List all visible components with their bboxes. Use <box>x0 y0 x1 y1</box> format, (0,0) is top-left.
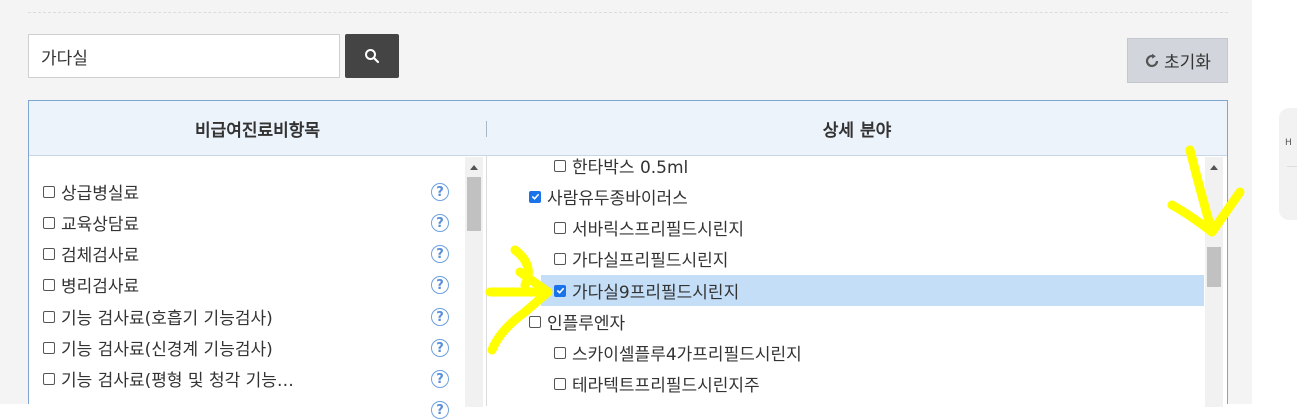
column-divider <box>486 156 487 406</box>
checkbox[interactable] <box>43 278 55 291</box>
list-item[interactable]: 병리검사료 <box>43 269 139 300</box>
list-item[interactable]: 기능 검사료(신경계 기능검사) <box>43 332 273 363</box>
help-icon[interactable]: ? <box>431 370 449 388</box>
list-item[interactable]: 한타박스 0.5ml <box>554 150 688 181</box>
divider <box>28 12 1228 13</box>
left-column-header: 비급여진료비항목 <box>194 120 321 141</box>
checkbox[interactable] <box>554 159 566 172</box>
scroll-up-icon[interactable] <box>1210 165 1218 170</box>
list-item[interactable]: 기능 검사료(평형 및 청각 기능… <box>43 363 294 394</box>
table-header: 비급여진료비항목 상세 분야 <box>29 101 1227 156</box>
checkbox[interactable] <box>43 247 55 260</box>
list-item-selected[interactable]: 가다실9프리필드시린지 <box>554 275 739 306</box>
item-label: 서바릭스프리필드시린지 <box>572 220 745 240</box>
right-scrollbar-thumb[interactable] <box>1207 247 1221 287</box>
list-item[interactable]: 상급병실료 <box>43 176 139 207</box>
search-input[interactable] <box>28 34 340 78</box>
item-label: 상급병실료 <box>61 184 140 204</box>
search-icon <box>365 49 380 64</box>
left-scrollbar-thumb[interactable] <box>467 177 481 231</box>
help-icon[interactable]: ? <box>431 183 449 201</box>
side-widget-divider <box>1287 166 1297 167</box>
reset-label: 초기화 <box>1164 53 1211 73</box>
list-item[interactable]: 스카이셀플루4가프리필드시린지 <box>554 337 802 368</box>
item-label: 스카이셀플루4가프리필드시린지 <box>572 345 802 365</box>
checkbox[interactable] <box>554 221 566 234</box>
item-label: 한타박스 0.5ml <box>572 158 689 178</box>
item-label: 인플루엔자 <box>547 314 626 334</box>
checkmark-icon <box>556 287 564 294</box>
help-icon[interactable]: ? <box>431 276 449 294</box>
reset-button[interactable]: 초기화 <box>1127 38 1228 83</box>
checkbox[interactable] <box>554 377 566 390</box>
help-icon[interactable]: ? <box>431 214 449 232</box>
list-item[interactable]: 서바릭스프리필드시린지 <box>554 212 744 243</box>
checkbox-checked[interactable] <box>554 284 566 297</box>
checkmark-icon <box>531 193 539 200</box>
side-widget[interactable]: H <box>1279 108 1297 220</box>
checkbox-checked[interactable] <box>529 190 541 203</box>
search-button[interactable] <box>345 34 399 78</box>
help-icon[interactable]: ? <box>431 339 449 357</box>
checkbox[interactable] <box>554 252 566 265</box>
checkbox[interactable] <box>554 346 566 359</box>
list-item[interactable]: 검체검사료 <box>43 238 139 269</box>
item-label: 기능 검사료(신경계 기능검사) <box>61 340 273 360</box>
checkbox[interactable] <box>529 315 541 328</box>
item-label: 가다실프리필드시린지 <box>572 251 729 271</box>
item-label: 테라텍트프리필드시린지주 <box>572 376 760 396</box>
refresh-icon <box>1145 53 1159 67</box>
list-item[interactable]: 기능 검사료(호흡기 기능검사) <box>43 301 273 332</box>
right-column-header: 상세 분야 <box>822 120 892 141</box>
item-label: 사람유두종바이러스 <box>547 189 688 209</box>
help-icon[interactable]: ? <box>431 308 449 326</box>
list-item[interactable]: 가다실프리필드시린지 <box>554 243 728 274</box>
category-table: 비급여진료비항목 상세 분야 상급병실료 ? 교육상담료 ? 검체검사료 ? 병… <box>28 100 1228 419</box>
item-label: 가다실9프리필드시린지 <box>572 283 740 303</box>
item-label: 교육상담료 <box>61 215 140 235</box>
checkbox[interactable] <box>43 372 55 385</box>
list-item[interactable]: 테라텍트프리필드시린지주 <box>554 368 760 399</box>
checkbox[interactable] <box>43 310 55 323</box>
help-icon[interactable]: ? <box>431 245 449 263</box>
checkbox[interactable] <box>43 341 55 354</box>
item-label: 병리검사료 <box>61 277 140 297</box>
scroll-up-icon[interactable] <box>470 165 478 170</box>
list-item[interactable]: 사람유두종바이러스 <box>529 181 688 212</box>
item-label: 검체검사료 <box>61 246 140 266</box>
checkbox[interactable] <box>43 185 55 198</box>
checkbox[interactable] <box>43 216 55 229</box>
content-panel: 초기화 비급여진료비항목 상세 분야 상급병실료 ? 교육상담료 ? 검체검사료 <box>0 0 1252 419</box>
side-widget-label: H <box>1285 138 1292 148</box>
list-item[interactable]: 인플루엔자 <box>529 306 625 337</box>
list-item[interactable]: 교육상담료 <box>43 207 139 238</box>
item-label: 기능 검사료(호흡기 기능검사) <box>61 309 273 329</box>
item-label: 기능 검사료(평형 및 청각 기능… <box>61 371 294 391</box>
